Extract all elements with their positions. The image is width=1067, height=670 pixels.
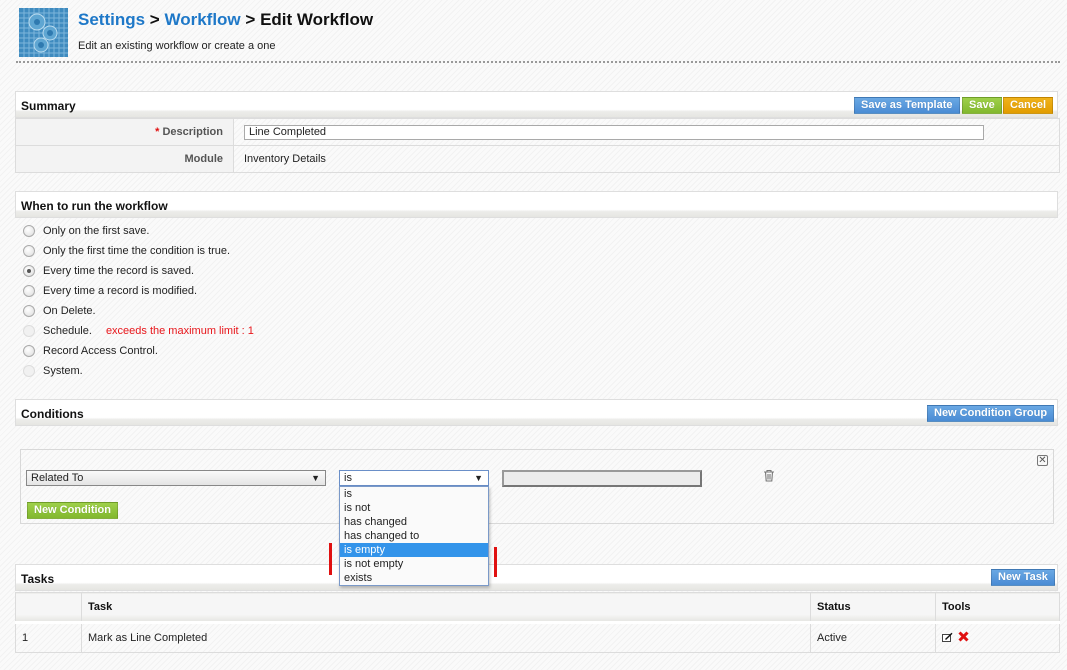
task-name: Mark as Line Completed — [81, 622, 811, 653]
breadcrumb-settings[interactable]: Settings — [78, 10, 145, 29]
edit-icon[interactable] — [942, 632, 953, 645]
description-label-text: Description — [162, 126, 223, 138]
close-group-icon[interactable]: ✕ — [1037, 455, 1048, 466]
description-label: * Description — [15, 118, 234, 146]
radio-every-save[interactable]: Every time the record is saved. — [23, 263, 194, 279]
description-cell — [233, 118, 1060, 146]
breadcrumb-separator: > — [149, 10, 160, 29]
radio-label: Record Access Control. — [43, 345, 158, 357]
cancel-button[interactable]: Cancel — [1003, 97, 1054, 114]
radio-record-access-control[interactable]: Record Access Control. — [23, 343, 158, 359]
task-tools — [935, 622, 1060, 653]
required-marker: * — [155, 126, 160, 138]
highlight-marker-right — [494, 547, 497, 577]
column-status: Status — [810, 592, 936, 624]
tasks-table-header: Task Status Tools — [15, 592, 1060, 624]
operator-dropdown-list: is is not has changed has changed to is … — [339, 486, 489, 586]
radio-button[interactable] — [23, 245, 35, 257]
radio-every-modify[interactable]: Every time a record is modified. — [23, 283, 197, 299]
radio-button-disabled — [23, 325, 35, 337]
new-condition-group-button[interactable]: New Condition Group — [927, 405, 1055, 422]
operator-option[interactable]: is — [340, 487, 488, 501]
tasks-title: Tasks — [21, 572, 55, 586]
column-task: Task — [81, 592, 811, 624]
breadcrumb-workflow[interactable]: Workflow — [164, 10, 240, 29]
description-row: * Description — [15, 118, 1060, 146]
chevron-down-icon: ▼ — [474, 473, 483, 483]
radio-button-disabled — [23, 365, 35, 377]
radio-button[interactable] — [23, 305, 35, 317]
column-index — [15, 592, 82, 624]
radio-first-save[interactable]: Only on the first save. — [23, 223, 149, 239]
operator-select-value: is — [344, 472, 352, 484]
operator-option[interactable]: is not — [340, 501, 488, 515]
task-index: 1 — [15, 622, 82, 653]
breadcrumb: Settings > Workflow > Edit Workflow — [78, 10, 373, 30]
operator-option[interactable]: has changed to — [340, 529, 488, 543]
module-label: Module — [15, 145, 234, 173]
radio-label: On Delete. — [43, 305, 96, 317]
radio-system: System. — [23, 363, 83, 379]
page-subtitle: Edit an existing workflow or create a on… — [78, 40, 276, 52]
workflow-gears-icon — [19, 8, 68, 57]
radio-label: Every time the record is saved. — [43, 265, 195, 277]
radio-first-time-condition-true[interactable]: Only the first time the condition is tru… — [23, 243, 230, 259]
operator-select[interactable]: is ▼ — [339, 470, 489, 486]
operator-option[interactable]: exists — [340, 571, 488, 585]
operator-option[interactable]: has changed — [340, 515, 488, 529]
radio-label: Only the first time the condition is tru… — [43, 245, 231, 257]
schedule-limit-warning: exceeds the maximum limit : 1 — [105, 325, 254, 337]
header-divider — [16, 61, 1060, 63]
new-condition-button[interactable]: New Condition — [27, 502, 118, 519]
save-as-template-button[interactable]: Save as Template — [854, 97, 960, 114]
operator-option[interactable]: is not empty — [340, 557, 488, 571]
operator-option-highlighted[interactable]: is empty — [340, 543, 488, 557]
condition-value-input[interactable] — [502, 470, 702, 487]
highlight-marker-left — [329, 543, 332, 575]
table-row: 1 Mark as Line Completed Active — [15, 622, 1060, 653]
radio-label: Every time a record is modified. — [43, 285, 198, 297]
radio-button[interactable] — [23, 285, 35, 297]
summary-title: Summary — [21, 99, 76, 113]
when-to-run-header: When to run the workflow — [15, 191, 1058, 218]
module-value: Inventory Details — [233, 145, 1060, 173]
tasks-table: Task Status Tools 1 Mark as Line Complet… — [15, 592, 1060, 653]
summary-table: * Description Module Inventory Details — [15, 118, 1060, 173]
breadcrumb-separator: > — [245, 10, 256, 29]
save-button[interactable]: Save — [962, 97, 1002, 114]
radio-button-checked[interactable] — [23, 265, 35, 277]
task-status: Active — [810, 622, 936, 653]
chevron-down-icon: ▼ — [311, 473, 320, 483]
trash-icon[interactable] — [763, 469, 775, 482]
radio-button[interactable] — [23, 225, 35, 237]
radio-on-delete[interactable]: On Delete. — [23, 303, 96, 319]
conditions-header: Conditions — [15, 399, 1058, 426]
new-task-button[interactable]: New Task — [991, 569, 1055, 586]
delete-icon[interactable] — [958, 631, 969, 645]
when-to-run-title: When to run the workflow — [21, 199, 168, 213]
radio-label: Schedule. — [43, 325, 92, 337]
module-row: Module Inventory Details — [15, 145, 1060, 173]
conditions-title: Conditions — [21, 407, 84, 421]
tasks-header: Tasks — [15, 564, 1058, 591]
description-input[interactable] — [244, 124, 984, 140]
radio-label: System. — [43, 365, 83, 377]
column-tools: Tools — [935, 592, 1060, 624]
radio-schedule: Schedule. exceeds the maximum limit : 1 — [23, 323, 254, 339]
page-title: Edit Workflow — [260, 10, 374, 29]
radio-label: Only on the first save. — [43, 225, 150, 237]
field-select-value: Related To — [31, 472, 84, 484]
field-select[interactable]: Related To ▼ — [26, 470, 326, 486]
radio-button[interactable] — [23, 345, 35, 357]
